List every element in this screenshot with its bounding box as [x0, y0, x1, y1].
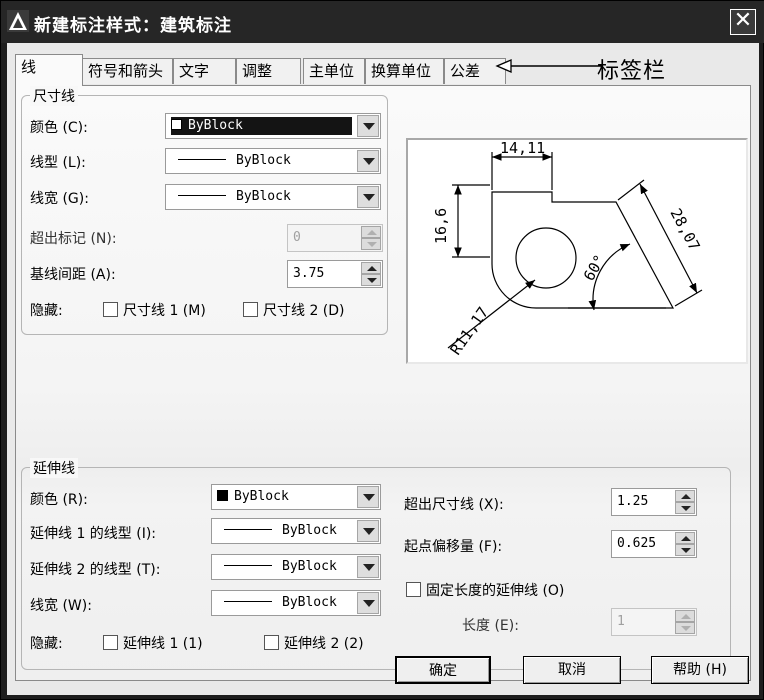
extend-ticks-label: 超出标记 (N):	[30, 231, 117, 247]
baseline-spacing-value: 3.75	[293, 266, 325, 281]
dim-lineweight-select[interactable]: ByBlock	[165, 184, 381, 210]
dim-linetype-label: 线型 (L):	[30, 155, 86, 171]
tab-bar-annotation: 标签栏	[597, 59, 667, 84]
extend-ticks-spinner[interactable]: 0	[287, 224, 383, 252]
tab-symbols-arrows[interactable]: 符号和箭头	[82, 58, 173, 84]
title-bar[interactable]: 新建标注样式：建筑标注 ✕	[1, 1, 764, 43]
preview-dim-left: 16,6	[432, 208, 450, 244]
window-title: 新建标注样式：建筑标注	[34, 16, 232, 36]
lineweight-sample-icon	[224, 601, 272, 602]
tab-primary-units[interactable]: 主单位	[303, 58, 365, 84]
preview-dim-top: 14,11	[500, 140, 545, 157]
cancel-button[interactable]: 取消	[523, 656, 621, 684]
fixed-length-checkbox[interactable]	[406, 582, 421, 597]
close-button[interactable]: ✕	[730, 9, 756, 35]
suppress-ext-line-2-checkbox[interactable]	[264, 635, 279, 650]
baseline-spacing-spinner[interactable]: 3.75	[287, 260, 383, 288]
tab-fit[interactable]: 调整	[236, 58, 301, 84]
spin-up-icon[interactable]	[675, 490, 695, 502]
length-spinner[interactable]: 1	[611, 608, 697, 636]
dim-suppress-label: 隐藏:	[30, 303, 63, 319]
spin-down-icon[interactable]	[675, 622, 695, 634]
spin-down-icon[interactable]	[675, 544, 695, 556]
autocad-logo-icon	[7, 10, 29, 32]
ext-lineweight-label: 线宽 (W):	[30, 598, 92, 614]
linetype-sample-icon	[224, 565, 272, 566]
spin-down-icon[interactable]	[361, 238, 381, 250]
color-swatch-icon	[217, 490, 228, 501]
ext-color-value: ByBlock	[234, 489, 289, 504]
length-value: 1	[617, 614, 625, 629]
chevron-down-icon[interactable]	[357, 486, 379, 508]
lineweight-sample-icon	[178, 195, 226, 196]
chevron-down-icon[interactable]	[357, 520, 379, 542]
spin-down-icon[interactable]	[361, 274, 381, 286]
suppress-dim-line-2-checkbox[interactable]	[243, 302, 258, 317]
ext-lineweight-value: ByBlock	[282, 595, 337, 610]
spin-down-icon[interactable]	[675, 502, 695, 514]
tab-lines[interactable]: 线	[15, 54, 83, 86]
preview-dim-radius: R11,17	[447, 304, 493, 359]
dimension-preview: 14,11 16,6 28,07 60° R11,17	[406, 138, 748, 364]
dim-color-value: ByBlock	[188, 118, 243, 133]
ext-linetype1-value: ByBlock	[282, 523, 337, 538]
suppress-ext-line-2-label: 延伸线 2 (2)	[284, 636, 364, 652]
ext-linetype2-value: ByBlock	[282, 559, 337, 574]
extend-ticks-value: 0	[293, 230, 301, 245]
dialog-window: 新建标注样式：建筑标注 ✕ 线 符号和箭头 文字 调整 主单位 换算单位 公差 …	[0, 0, 764, 700]
offset-value: 0.625	[617, 536, 657, 551]
suppress-ext-line-1-checkbox[interactable]	[103, 635, 118, 650]
preview-dim-angle: 60°	[580, 252, 609, 284]
tab-alternate-units[interactable]: 换算单位	[365, 58, 444, 84]
spin-up-icon[interactable]	[361, 262, 381, 274]
dialog-client: 线 符号和箭头 文字 调整 主单位 换算单位 公差 标签栏 尺寸线 颜色 (C)…	[7, 43, 759, 695]
ext-color-select[interactable]: ByBlock	[211, 484, 381, 510]
ext-linetype1-select[interactable]: ByBlock	[211, 518, 381, 544]
help-button[interactable]: 帮助 (H)	[651, 656, 749, 684]
dim-lineweight-label: 线宽 (G):	[30, 191, 89, 207]
extend-beyond-spinner[interactable]: 1.25	[611, 488, 697, 516]
length-label: 长度 (E):	[462, 618, 519, 634]
dim-color-label: 颜色 (C):	[30, 120, 88, 136]
extend-beyond-value: 1.25	[617, 494, 649, 509]
chevron-down-icon[interactable]	[357, 592, 379, 614]
ext-linetype2-select[interactable]: ByBlock	[211, 554, 381, 580]
ext-suppress-label: 隐藏:	[30, 636, 63, 652]
dimension-lines-legend: 尺寸线	[30, 86, 78, 106]
color-swatch-icon	[171, 119, 182, 130]
dim-linetype-select[interactable]: ByBlock	[165, 148, 381, 174]
suppress-dim-line-1-checkbox[interactable]	[103, 302, 118, 317]
chevron-down-icon[interactable]	[357, 186, 379, 208]
extension-lines-legend: 延伸线	[30, 458, 78, 478]
preview-drawing: 14,11 16,6 28,07 60° R11,17	[432, 139, 704, 359]
ext-linetype1-label: 延伸线 1 的线型 (I):	[30, 526, 157, 542]
chevron-down-icon[interactable]	[357, 115, 379, 137]
suppress-ext-line-1-label: 延伸线 1 (1)	[123, 636, 203, 652]
dim-lineweight-value: ByBlock	[236, 189, 291, 204]
linetype-sample-icon	[224, 529, 272, 530]
suppress-dim-line-2-label: 尺寸线 2 (D)	[263, 303, 345, 319]
baseline-spacing-label: 基线间距 (A):	[30, 267, 116, 283]
suppress-dim-line-1-label: 尺寸线 1 (M)	[123, 303, 206, 319]
dim-linetype-value: ByBlock	[236, 153, 291, 168]
annotation-arrow-icon	[495, 59, 603, 73]
extend-beyond-label: 超出尺寸线 (X):	[404, 497, 504, 513]
ok-button[interactable]: 确定	[395, 656, 491, 684]
spin-up-icon[interactable]	[361, 226, 381, 238]
spin-up-icon[interactable]	[675, 532, 695, 544]
close-icon: ✕	[733, 8, 753, 33]
ext-color-label: 颜色 (R):	[30, 492, 88, 508]
tab-text[interactable]: 文字	[173, 58, 236, 84]
tab-panel-lines: 尺寸线 颜色 (C): ByBlock 线型 (L): ByBlock 线宽 (…	[15, 85, 751, 681]
ext-lineweight-select[interactable]: ByBlock	[211, 590, 381, 616]
fixed-length-label: 固定长度的延伸线 (O)	[426, 583, 565, 599]
dim-color-select[interactable]: ByBlock	[165, 113, 381, 139]
chevron-down-icon[interactable]	[357, 556, 379, 578]
linetype-sample-icon	[178, 159, 226, 160]
chevron-down-icon[interactable]	[357, 150, 379, 172]
ext-linetype2-label: 延伸线 2 的线型 (T):	[30, 562, 161, 578]
offset-spinner[interactable]: 0.625	[611, 530, 697, 558]
offset-label: 起点偏移量 (F):	[404, 539, 503, 555]
spin-up-icon[interactable]	[675, 610, 695, 622]
